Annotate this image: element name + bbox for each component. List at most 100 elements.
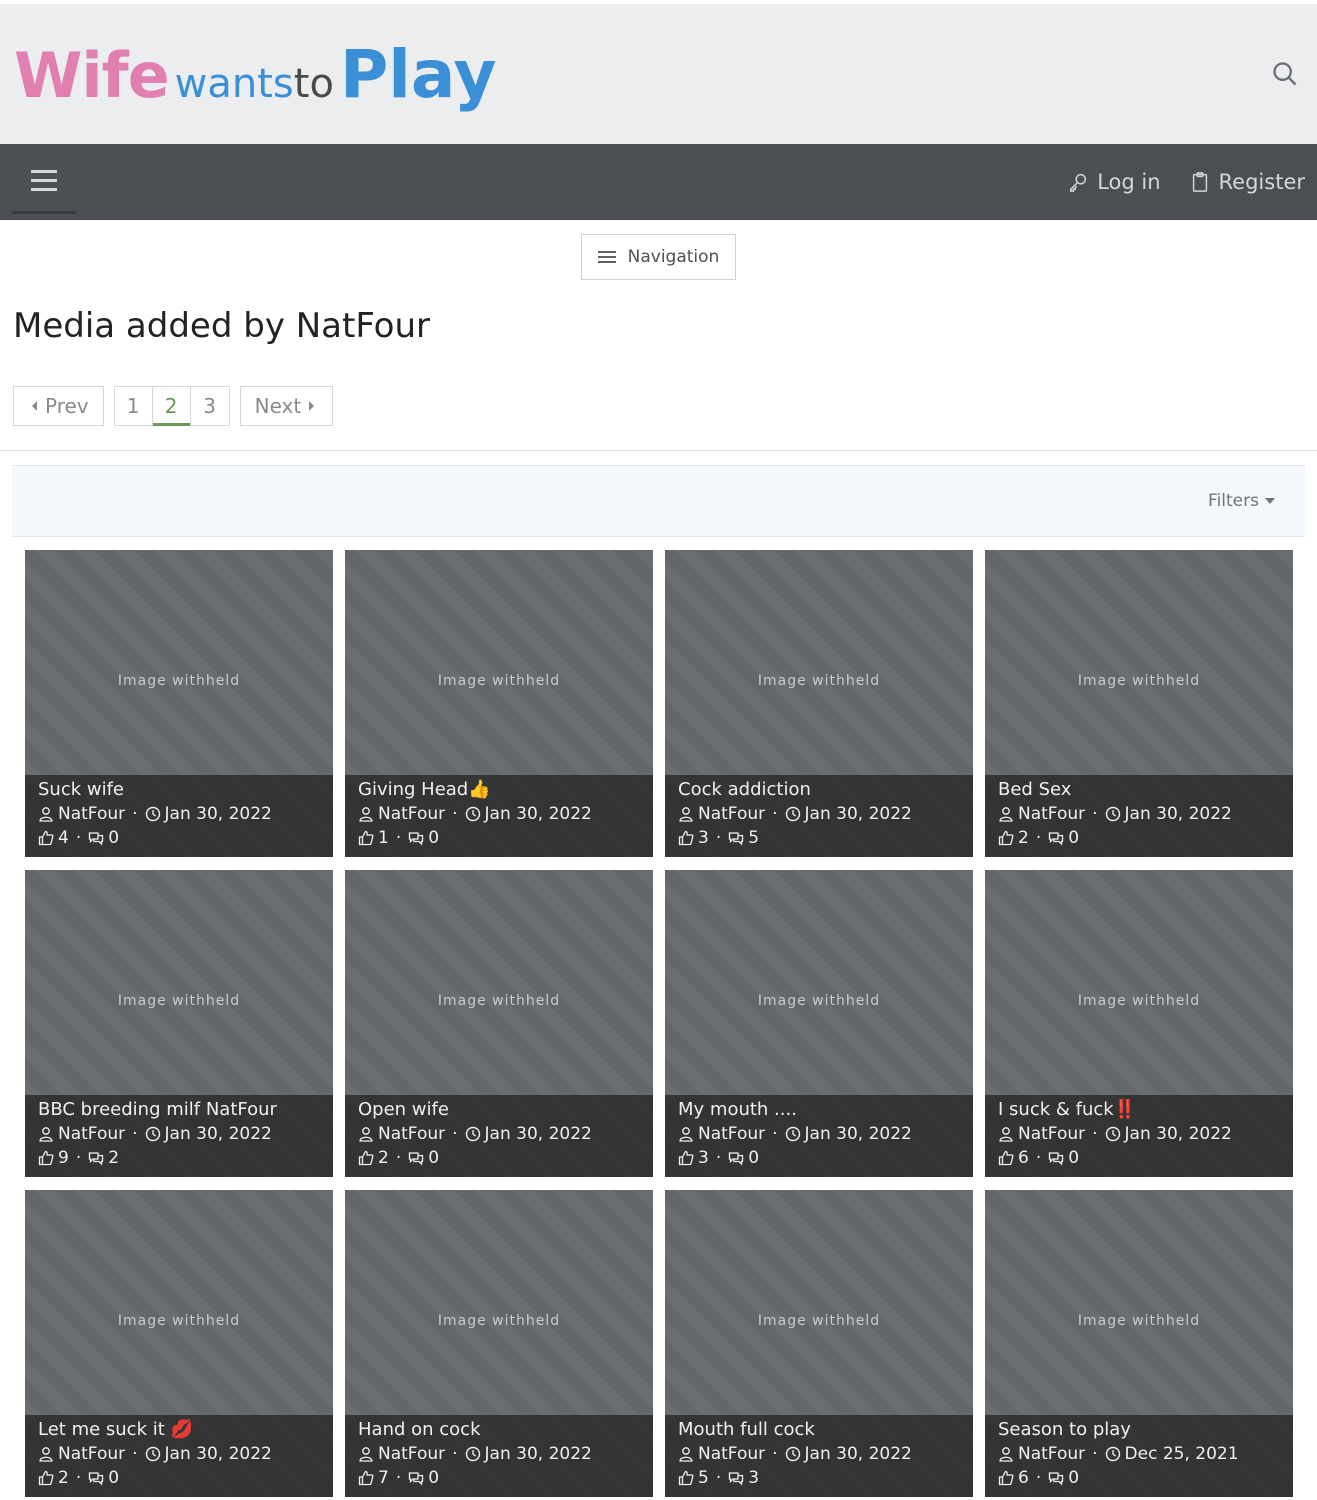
media-title[interactable]: Mouth full cock — [678, 1418, 960, 1442]
media-title[interactable]: Open wife — [358, 1098, 640, 1122]
media-title[interactable]: Giving Head👍 — [358, 778, 640, 802]
media-stats: 2 · 0 — [358, 1146, 640, 1170]
media-title[interactable]: Suck wife — [38, 778, 320, 802]
media-comments: 0 — [428, 1468, 440, 1488]
media-date: Jan 30, 2022 — [484, 1444, 592, 1464]
media-caption: Mouth full cock NatFour · Jan 30, 2022 5… — [665, 1415, 973, 1497]
media-comments: 0 — [1068, 828, 1080, 848]
media-title[interactable]: I suck & fuck‼️ — [998, 1098, 1280, 1122]
comments-icon — [729, 1472, 744, 1486]
media-stats: 6 · 0 — [998, 1146, 1280, 1170]
site-header: Wife wants to Play — [0, 4, 1317, 144]
media-title[interactable]: Cock addiction — [678, 778, 960, 802]
media-author[interactable]: NatFour — [1018, 802, 1085, 826]
media-comments: 0 — [748, 1148, 760, 1168]
media-meta: NatFour · Dec 25, 2021 — [998, 1442, 1280, 1466]
caret-left-icon — [32, 401, 37, 411]
media-author[interactable]: NatFour — [698, 802, 765, 826]
clock-icon — [465, 1446, 480, 1462]
caret-down-icon — [1265, 498, 1275, 504]
login-link[interactable]: Log in — [1067, 170, 1161, 194]
media-likes: 2 — [378, 1148, 389, 1168]
media-author[interactable]: NatFour — [1018, 1442, 1085, 1466]
media-item[interactable]: Image withheld Hand on cock NatFour · Ja… — [345, 1190, 653, 1497]
media-title[interactable]: Let me suck it 💋 — [38, 1418, 320, 1442]
filters-dropdown[interactable]: Filters — [1208, 491, 1275, 511]
media-title[interactable]: My mouth .... — [678, 1098, 960, 1122]
media-item[interactable]: Image withheld Let me suck it 💋 NatFour … — [25, 1190, 333, 1497]
comments-icon — [409, 1152, 424, 1166]
register-label: Register — [1218, 170, 1305, 194]
page-title: Media added by NatFour — [13, 306, 431, 346]
media-item[interactable]: Image withheld BBC breeding milf NatFour… — [25, 870, 333, 1177]
media-likes: 6 — [1018, 1468, 1029, 1488]
comments-icon — [729, 1152, 744, 1166]
navigation-label: Navigation — [627, 247, 720, 267]
user-icon — [679, 1447, 693, 1462]
hamburger-icon — [31, 167, 57, 194]
clock-icon — [785, 1446, 800, 1462]
page-link-3[interactable]: 3 — [191, 387, 229, 425]
media-item[interactable]: Image withheld Suck wife NatFour · Jan 3… — [25, 550, 333, 857]
media-caption: Suck wife NatFour · Jan 30, 2022 4 · 0 — [25, 775, 333, 857]
main-navbar: Log in Register — [0, 144, 1317, 220]
media-author[interactable]: NatFour — [58, 1442, 125, 1466]
user-icon — [999, 807, 1013, 822]
media-item[interactable]: Image withheld Mouth full cock NatFour ·… — [665, 1190, 973, 1497]
thumbs-up-icon — [678, 1150, 694, 1166]
media-author[interactable]: NatFour — [58, 802, 125, 826]
media-meta: NatFour · Jan 30, 2022 — [38, 1122, 320, 1146]
media-stats: 4 · 0 — [38, 826, 320, 850]
media-author[interactable]: NatFour — [378, 802, 445, 826]
clock-icon — [145, 1126, 160, 1142]
page-link-2-current[interactable]: 2 — [152, 387, 191, 426]
separator-dot: · — [395, 1148, 402, 1168]
register-link[interactable]: Register — [1189, 170, 1305, 194]
media-meta: NatFour · Jan 30, 2022 — [678, 1442, 960, 1466]
thumbs-up-icon — [998, 830, 1014, 846]
media-title[interactable]: Hand on cock — [358, 1418, 640, 1442]
media-item[interactable]: Image withheld Giving Head👍 NatFour · Ja… — [345, 550, 653, 857]
thumbs-up-icon — [38, 1470, 54, 1486]
media-date: Jan 30, 2022 — [804, 1444, 912, 1464]
navigation-button[interactable]: Navigation — [580, 234, 737, 280]
media-item[interactable]: Image withheld Bed Sex NatFour · Jan 30,… — [985, 550, 1293, 857]
search-icon[interactable] — [1271, 60, 1299, 88]
next-label: Next — [254, 394, 302, 418]
media-item[interactable]: Image withheld I suck & fuck‼️ NatFour ·… — [985, 870, 1293, 1177]
media-title[interactable]: BBC breeding milf NatFour — [38, 1098, 320, 1122]
media-date: Jan 30, 2022 — [804, 1124, 912, 1144]
media-meta: NatFour · Jan 30, 2022 — [358, 1442, 640, 1466]
comments-icon — [1049, 1152, 1064, 1166]
media-title[interactable]: Season to play — [998, 1418, 1280, 1442]
thumbs-up-icon — [998, 1150, 1014, 1166]
media-item[interactable]: Image withheld Season to play NatFour · … — [985, 1190, 1293, 1497]
media-date: Jan 30, 2022 — [1124, 804, 1232, 824]
separator-dot: · — [75, 828, 82, 848]
page-numbers: 1 2 3 — [113, 386, 230, 426]
media-author[interactable]: NatFour — [698, 1442, 765, 1466]
separator-dot: · — [715, 1148, 722, 1168]
clock-icon — [1105, 806, 1120, 822]
media-author[interactable]: NatFour — [378, 1122, 445, 1146]
prev-label: Prev — [45, 394, 89, 418]
media-author[interactable]: NatFour — [1018, 1122, 1085, 1146]
media-date: Dec 25, 2021 — [1124, 1444, 1239, 1464]
user-icon — [999, 1127, 1013, 1142]
media-author[interactable]: NatFour — [378, 1442, 445, 1466]
media-author[interactable]: NatFour — [698, 1122, 765, 1146]
media-item[interactable]: Image withheld My mouth .... NatFour · J… — [665, 870, 973, 1177]
media-item[interactable]: Image withheld Open wife NatFour · Jan 3… — [345, 870, 653, 1177]
thumbs-up-icon — [38, 1150, 54, 1166]
media-title[interactable]: Bed Sex — [998, 778, 1280, 802]
next-page-button[interactable]: Next — [239, 386, 334, 426]
media-item[interactable]: Image withheld Cock addiction NatFour · … — [665, 550, 973, 857]
placeholder-label: Image withheld — [1077, 672, 1201, 689]
media-meta: NatFour · Jan 30, 2022 — [998, 802, 1280, 826]
site-logo[interactable]: Wife wants to Play — [14, 36, 496, 113]
separator-dot: · — [772, 804, 778, 824]
prev-page-button[interactable]: Prev — [13, 386, 104, 426]
page-link-1[interactable]: 1 — [115, 387, 153, 425]
menu-toggle-button[interactable] — [12, 150, 76, 214]
media-author[interactable]: NatFour — [58, 1122, 125, 1146]
